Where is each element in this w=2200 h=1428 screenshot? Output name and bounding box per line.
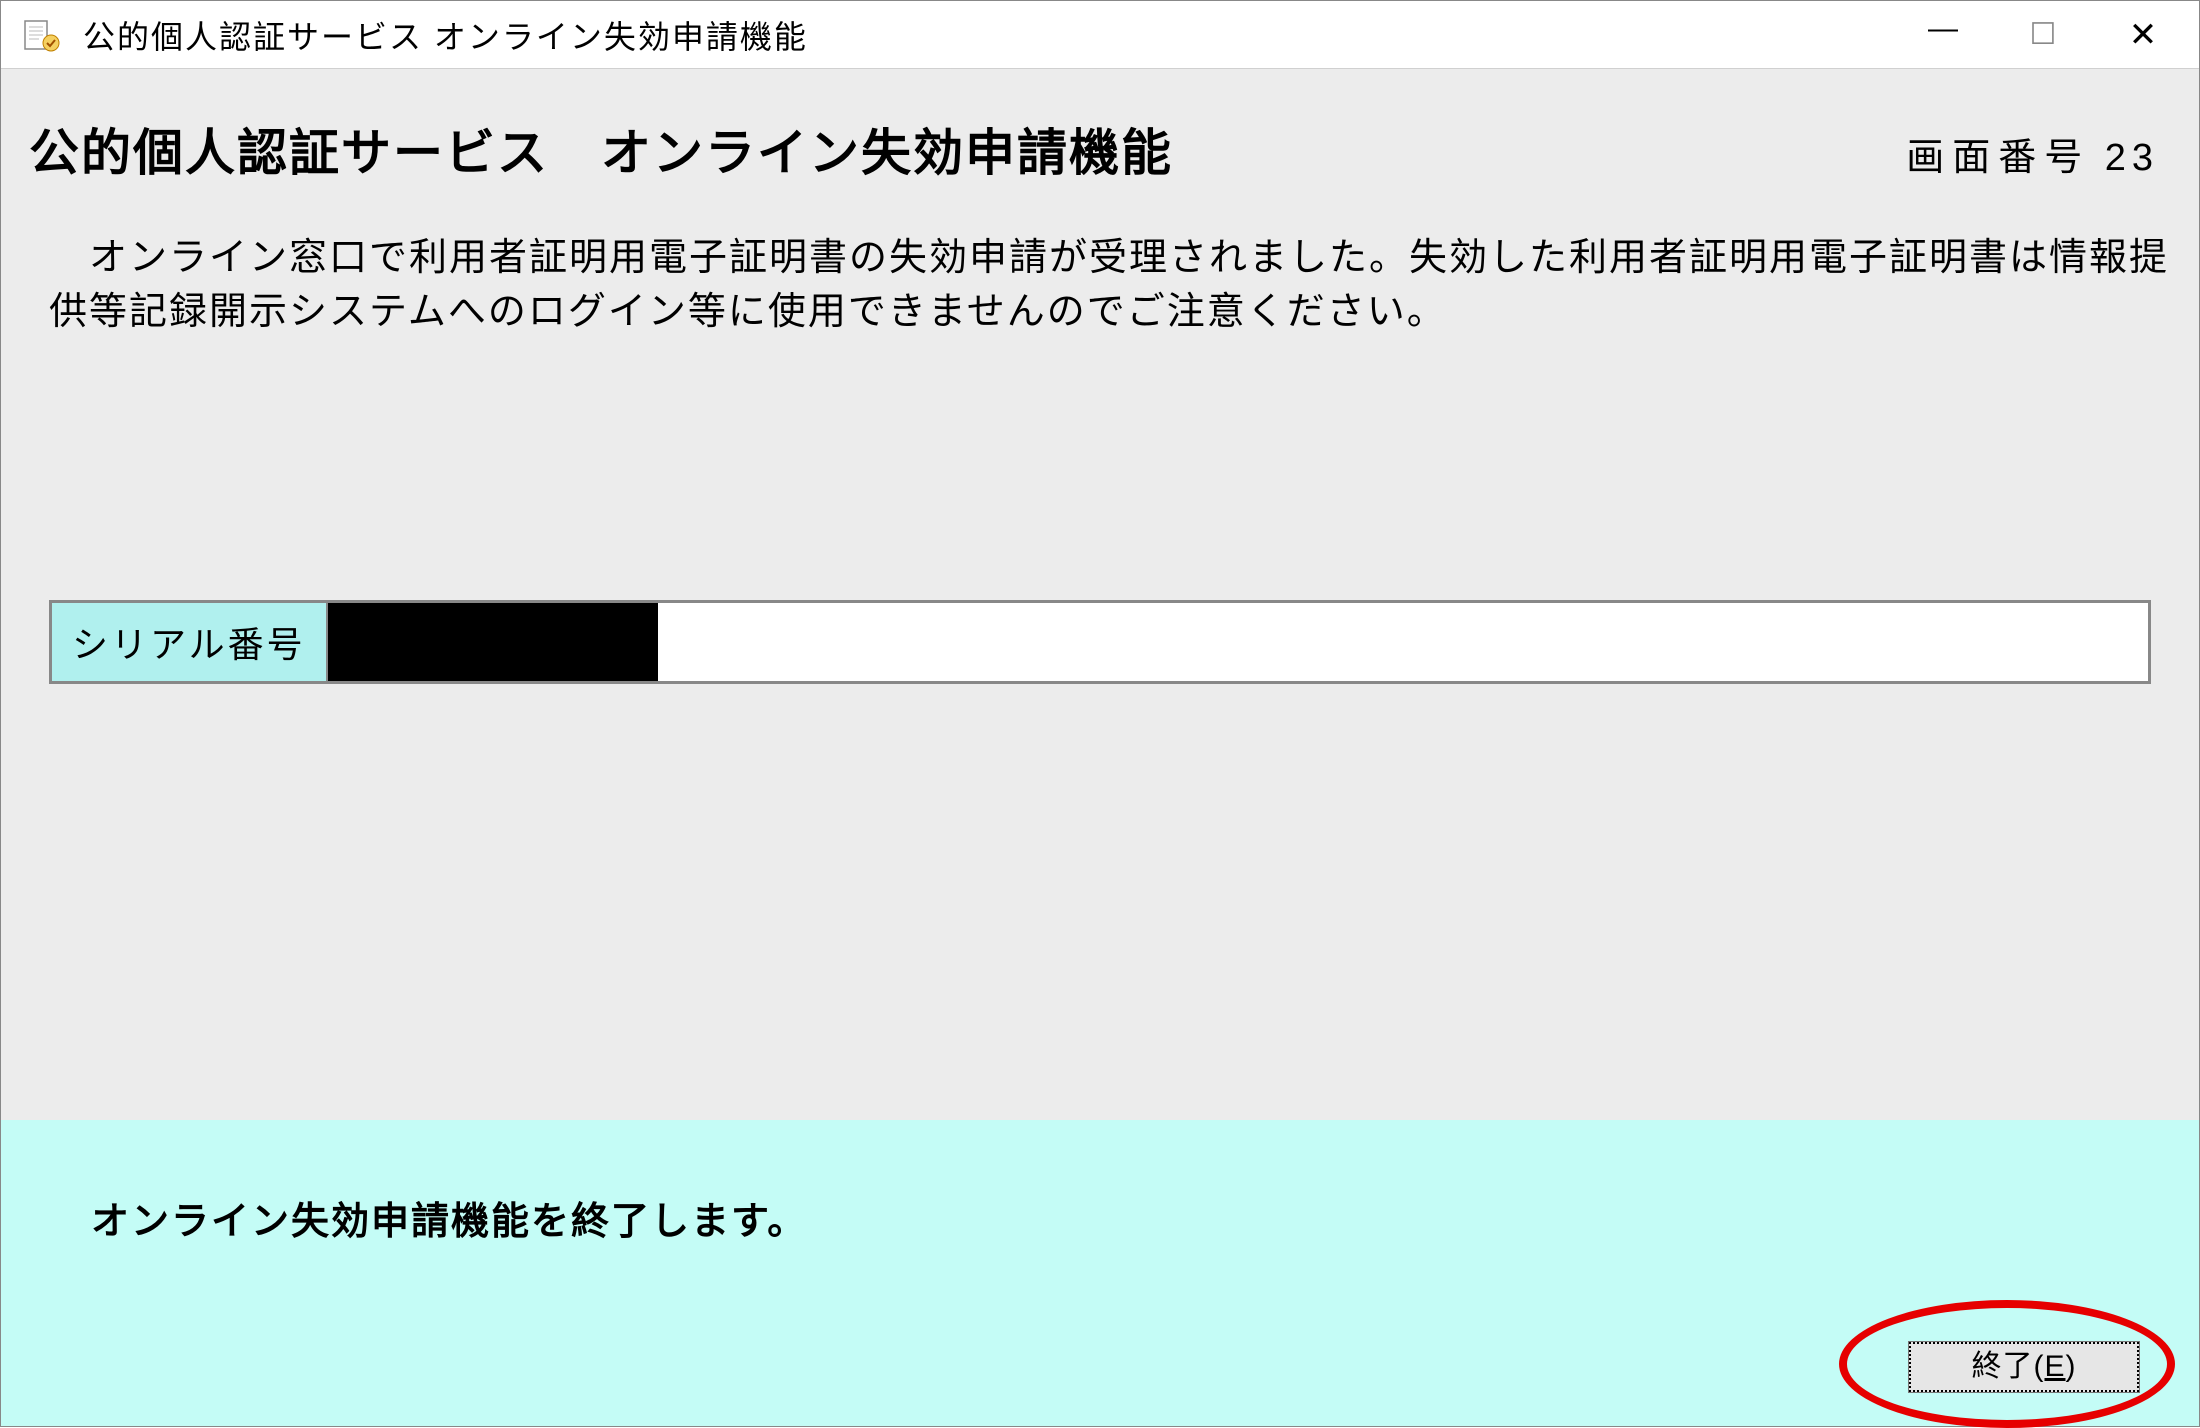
footer-panel: オンライン失効申請機能を終了します。 終了(E)	[1, 1120, 2199, 1426]
window-controls	[1921, 13, 2189, 57]
application-window: 公的個人認証サービス オンライン失効申請機能 公的個人認証サービス オンライン失…	[0, 0, 2200, 1427]
client-area: 公的個人認証サービス オンライン失効申請機能 画面番号 23 オンライン窓口で利…	[1, 69, 2199, 1426]
exit-button-wrapper: 終了(E)	[1909, 1342, 2139, 1392]
serial-number-field: シリアル番号	[49, 600, 2151, 684]
serial-number-label: シリアル番号	[52, 603, 328, 681]
page-title: 公的個人認証サービス オンライン失効申請機能	[29, 113, 1906, 185]
serial-number-value	[328, 603, 2148, 681]
window-title: 公的個人認証サービス オンライン失効申請機能	[83, 12, 1921, 58]
info-message: オンライン窓口で利用者証明用電子証明書の失効申請が受理されました。失効した利用者…	[1, 185, 2199, 340]
exit-button-prefix: 終了(	[1971, 1350, 2044, 1383]
footer-message: オンライン失効申請機能を終了します。	[91, 1180, 2159, 1245]
screen-number-value: 23	[2105, 137, 2159, 179]
maximize-icon[interactable]	[2021, 13, 2065, 57]
exit-button[interactable]: 終了(E)	[1909, 1342, 2139, 1392]
screen-number: 画面番号 23	[1906, 126, 2159, 181]
page-header: 公的個人認証サービス オンライン失効申請機能 画面番号 23	[1, 69, 2199, 185]
exit-button-accel: E	[2044, 1350, 2065, 1383]
close-icon[interactable]	[2121, 13, 2165, 57]
screen-number-label: 画面番号	[1906, 137, 2090, 179]
minimize-icon[interactable]	[1921, 13, 1965, 57]
app-icon	[21, 15, 61, 55]
exit-button-suffix: )	[2066, 1350, 2077, 1383]
titlebar: 公的個人認証サービス オンライン失効申請機能	[1, 1, 2199, 69]
serial-number-redacted-block	[328, 603, 658, 681]
